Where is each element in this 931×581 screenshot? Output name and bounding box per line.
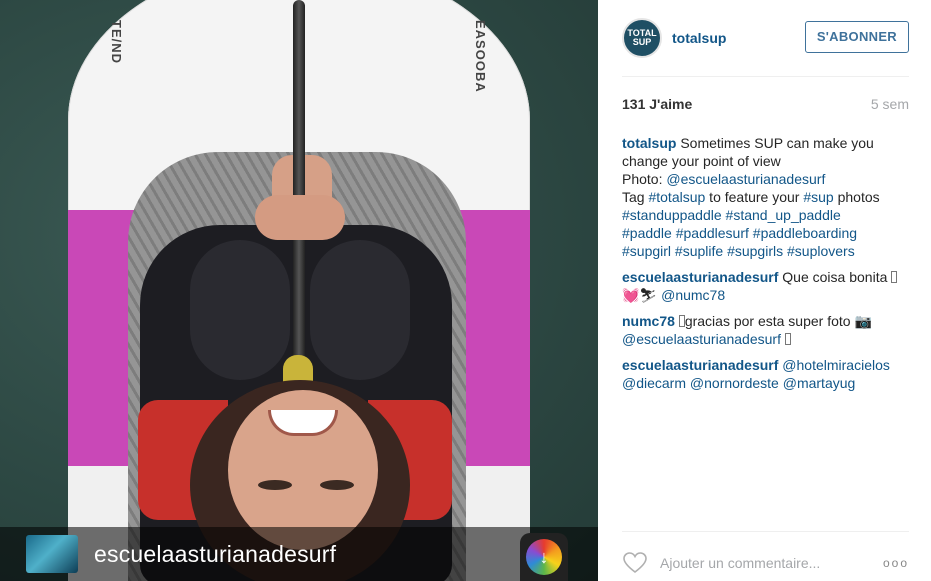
hashtag-supgirls[interactable]: #supgirls <box>727 243 783 259</box>
paddle-shaft <box>293 0 305 370</box>
hashtag-paddle[interactable]: #paddle <box>622 225 672 241</box>
hashtag-suplife[interactable]: #suplife <box>675 243 723 259</box>
missing-glyph-icon <box>784 333 791 345</box>
hashtag-standuppaddle[interactable]: #standuppaddle <box>622 207 722 223</box>
heart-icon[interactable] <box>622 551 648 575</box>
footer-avatar[interactable] <box>26 535 78 573</box>
comment-1-mention[interactable]: @numc78 <box>661 287 725 303</box>
footer-username[interactable]: escuelaasturianadesurf <box>94 541 336 568</box>
comment-1-emoji: 💓⛷ <box>622 287 658 303</box>
knee-left <box>190 240 290 380</box>
hashtag-supgirl[interactable]: #supgirl <box>622 243 671 259</box>
comment-1-username[interactable]: escuelaasturianadesurf <box>622 269 778 285</box>
avatar[interactable]: TOTAL SUP <box>622 18 662 58</box>
comment-3-mention-3[interactable]: @nornordeste <box>690 375 779 391</box>
likes-count[interactable]: 131 J'aime <box>622 96 692 112</box>
follow-button[interactable]: S'ABONNER <box>804 21 909 53</box>
eye-left <box>258 480 292 490</box>
knee-right <box>310 240 410 380</box>
caption: totalsup Sometimes SUP can make you chan… <box>622 134 912 260</box>
comment-2: numc78 gracias por esta super foto 📷 @es… <box>622 312 912 348</box>
hashtag-paddleboarding[interactable]: #paddleboarding <box>753 225 857 241</box>
comment-3-username[interactable]: escuelaasturianadesurf <box>622 357 778 373</box>
post-header: TOTAL SUP totalsup S'ABONNER <box>622 18 909 58</box>
divider-bottom <box>622 531 909 532</box>
board-text-right: EASOOBA <box>473 20 488 93</box>
post-details-panel: TOTAL SUP totalsup S'ABONNER 131 J'aime … <box>598 0 931 581</box>
hashtag-sup[interactable]: #sup <box>803 189 833 205</box>
caption-photo-label: Photo: <box>622 171 667 187</box>
comment-2-username[interactable]: numc78 <box>622 313 675 329</box>
hashtag-stand-up-paddle[interactable]: #stand_up_paddle <box>726 207 841 223</box>
hashtag-totalsup[interactable]: #totalsup <box>648 189 705 205</box>
photo-footer: escuelaasturianadesurf <box>0 527 598 581</box>
missing-glyph-icon <box>891 271 898 283</box>
post-time[interactable]: 5 sem <box>871 96 909 112</box>
comment-3-mention-2[interactable]: @diecarm <box>622 375 686 391</box>
add-comment-row: Ajouter un commentaire... ooo <box>622 548 909 578</box>
comment-3-mention-1[interactable]: @hotelmiracielos <box>782 357 890 373</box>
avatar-text: TOTAL SUP <box>627 28 657 47</box>
comment-1: escuelaasturianadesurf Que coisa bonita … <box>622 268 912 304</box>
comments-list: totalsup Sometimes SUP can make you chan… <box>622 134 912 400</box>
post-photo[interactable]: TE/ND EASOOBA escuelaasturianadesurf ↓ <box>0 0 598 581</box>
more-options-icon[interactable]: ooo <box>883 556 909 570</box>
comment-2-mention[interactable]: @escuelaasturianadesurf <box>622 331 781 347</box>
add-comment-input[interactable]: Ajouter un commentaire... <box>660 555 883 571</box>
board-text-left: TE/ND <box>109 20 124 64</box>
divider-top <box>622 76 909 77</box>
caption-photos-text: photos <box>833 189 880 205</box>
comment-1-text: Que coisa bonita <box>778 269 892 285</box>
hashtag-suplovers[interactable]: #suplovers <box>787 243 855 259</box>
caption-mention[interactable]: @escuelaasturianadesurf <box>666 171 825 187</box>
username-link[interactable]: totalsup <box>672 30 726 46</box>
comment-3: escuelaasturianadesurf @hotelmiracielos … <box>622 356 912 392</box>
caption-feature-text: to feature your <box>705 189 804 205</box>
caption-tag-label: Tag <box>622 189 649 205</box>
hands <box>255 195 345 240</box>
comment-3-mention-4[interactable]: @martayug <box>783 375 856 391</box>
rainbow-download-icon: ↓ <box>526 539 562 575</box>
eye-right <box>320 480 354 490</box>
rainbow-download-button[interactable]: ↓ <box>520 533 568 581</box>
likes-row: 131 J'aime 5 sem <box>622 96 909 112</box>
caption-username[interactable]: totalsup <box>622 135 676 151</box>
comment-2-text: gracias por esta super foto 📷 <box>684 313 872 329</box>
hashtag-paddlesurf[interactable]: #paddlesurf <box>676 225 749 241</box>
